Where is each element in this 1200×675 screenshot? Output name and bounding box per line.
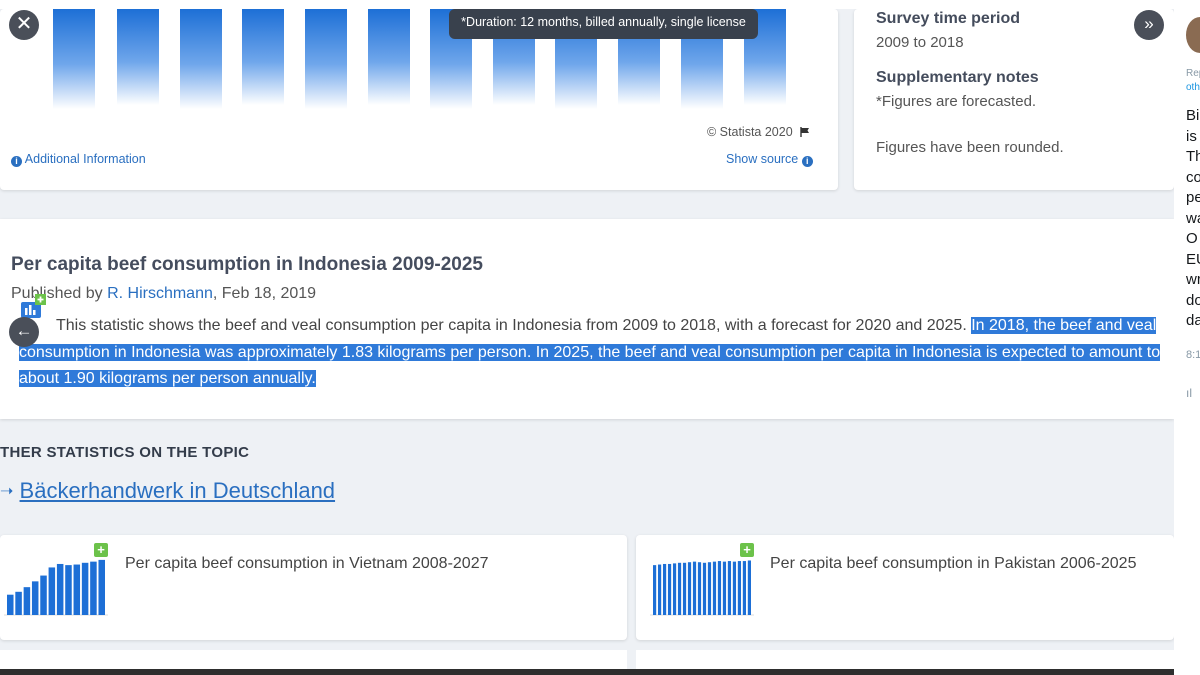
thumb-bar	[717, 561, 722, 615]
statistic-description-card: Per capita beef consumption in Indonesia…	[0, 219, 1174, 419]
thumb-bar	[737, 561, 742, 615]
feed-text-line: O	[1186, 230, 1198, 247]
feed-text-line: do	[1186, 291, 1200, 309]
feed-text-line: wr	[1186, 271, 1200, 288]
vietnam-thumbnail: +	[4, 543, 108, 621]
thumb-bar	[682, 562, 687, 615]
thumb-bar	[712, 561, 717, 615]
thumb-bar	[687, 562, 692, 615]
additional-information-link[interactable]: i Additional Information	[11, 152, 146, 167]
feed-text-line: EU	[1186, 250, 1200, 268]
thumb-bar	[15, 591, 22, 615]
statistic-description: This statistic shows the beef and veal c…	[19, 317, 1161, 387]
vietnam-mini-chart	[4, 559, 108, 616]
thumb-bar	[677, 562, 682, 615]
double-chevron-right-icon[interactable]: »	[1134, 10, 1164, 40]
thumb-bar	[657, 564, 662, 615]
show-source-link[interactable]: Show source i	[726, 152, 813, 167]
pakistan-thumbnail: +	[650, 543, 754, 621]
author-link[interactable]: R. Hirschmann	[107, 285, 213, 302]
feed-text-line: is	[1186, 127, 1197, 145]
related-statistic-card-partial	[636, 650, 1174, 670]
related-statistic-card[interactable]: + Per capita beef consumption in Vietnam…	[0, 535, 627, 640]
avatar[interactable]	[1186, 17, 1200, 53]
flag-icon[interactable]	[800, 127, 810, 137]
thumb-bar	[692, 561, 697, 615]
feed-text-line: da	[1186, 312, 1200, 329]
thumb-bar	[722, 561, 727, 615]
other-statistics-heading: THER STATISTICS ON THE TOPIC	[0, 444, 250, 461]
related-statistic-card[interactable]: + Per capita beef consumption in Pakista…	[636, 535, 1174, 640]
thumb-bar	[653, 565, 657, 615]
thumb-bar	[742, 561, 747, 615]
related-statistic-title[interactable]: Per capita beef consumption in Pakistan …	[770, 555, 1136, 573]
thumb-bar	[81, 562, 89, 615]
duration-tooltip: *Duration: 12 months, billed annually, s…	[449, 9, 758, 39]
thumb-bar	[65, 565, 72, 615]
chart-bar	[368, 9, 410, 105]
related-statistic-title[interactable]: Per capita beef consumption in Vietnam 2…	[125, 555, 489, 573]
related-statistic-card-partial	[0, 650, 627, 670]
survey-period-heading: Survey time period	[876, 10, 1021, 27]
close-icon[interactable]: ✕	[9, 10, 39, 40]
thumb-bar	[662, 563, 667, 615]
survey-period-value: 2009 to 2018	[876, 34, 964, 51]
chart-bar	[242, 9, 284, 105]
browser-bottom-edge	[0, 669, 1174, 675]
thumb-bar	[707, 562, 712, 615]
arrow-right-icon: ➝	[0, 483, 14, 500]
feed-text-line: wa	[1186, 209, 1200, 227]
plus-icon[interactable]: +	[740, 543, 754, 557]
thumb-bar	[7, 594, 14, 615]
thumb-bar	[747, 560, 751, 615]
statista-copyright[interactable]: © Statista 2020	[707, 125, 810, 139]
statistic-title: Per capita beef consumption in Indonesia…	[11, 254, 483, 275]
thumb-bar	[732, 561, 737, 615]
thumb-bar	[727, 561, 732, 615]
supplementary-notes-heading: Supplementary notes	[876, 69, 1039, 86]
thumb-bar	[23, 587, 31, 615]
thumb-bar	[48, 567, 56, 615]
info-icon: i	[801, 156, 813, 167]
thumb-bar	[73, 564, 81, 615]
feed-text-line: pe	[1186, 189, 1200, 206]
arrow-left-icon[interactable]: ←	[9, 317, 39, 347]
thumb-bar	[697, 562, 702, 615]
thumb-bar	[98, 559, 105, 615]
survey-details-card: Survey time period 2009 to 2018 Suppleme…	[854, 9, 1174, 190]
topic-link[interactable]: ➝ Bäckerhandwerk in Deutschland	[0, 478, 335, 504]
side-feed-panel: Rep oth BiisThcopewaOEUwrdoda 8:1 ıl	[1174, 0, 1200, 675]
statista-page: © Statista 2020 i Additional Information…	[0, 9, 1174, 671]
thumb-bar	[90, 561, 97, 615]
chart-bar	[305, 9, 347, 109]
thumb-bar	[56, 563, 64, 615]
note-rounded: Figures have been rounded.	[876, 139, 1064, 156]
thumb-bar	[31, 581, 39, 615]
note-forecasted: *Figures are forecasted.	[876, 93, 1037, 110]
stats-icon[interactable]: ıl	[1186, 386, 1192, 400]
pakistan-mini-chart	[650, 560, 754, 616]
thumb-bar	[702, 562, 707, 615]
chart-bar	[117, 9, 159, 105]
thumb-bar	[672, 563, 677, 615]
thumb-bar	[40, 575, 47, 615]
feed-text-line: Th	[1186, 148, 1200, 165]
timestamp: 8:1	[1186, 349, 1200, 361]
chart-bar	[53, 9, 95, 109]
feed-text-line: co	[1186, 168, 1200, 186]
thumb-bar	[667, 563, 672, 615]
chart-bar	[180, 9, 222, 109]
plus-icon[interactable]: +	[94, 543, 108, 557]
published-by: Published by R. Hirschmann, Feb 18, 2019	[11, 285, 317, 302]
feed-text-line: Bi	[1186, 107, 1200, 124]
info-icon: i	[11, 156, 22, 167]
